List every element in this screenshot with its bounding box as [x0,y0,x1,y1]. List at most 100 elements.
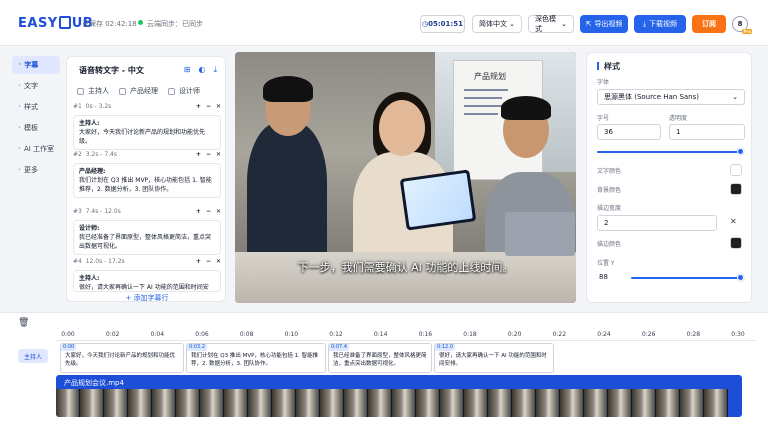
nav-item-templates[interactable]: • 模板 [12,119,60,137]
video-frame-thumbnail [656,389,680,417]
font-select[interactable]: 思源黑体 (Source Han Sans) ⌄ [597,89,745,105]
close-icon[interactable]: ✕ [730,217,737,226]
ruler-tick: 0:30 [731,331,745,338]
minus-icon[interactable]: − [206,258,211,268]
ruler-tick: 0:18 [463,331,477,338]
nav-item-subtitles[interactable]: • 字幕 [12,56,60,74]
tablet [399,169,477,231]
timeline-clip[interactable]: 0:07.4 我已经准备了界面原型，整体风格更简洁，重点突出数据可视化。 [328,343,432,373]
opacity-input[interactable]: 1 [669,124,745,140]
grid-icon[interactable]: ⊞ [184,65,191,75]
download-icon: ⤓ [642,19,647,28]
ruler-tick: 0:08 [239,331,254,338]
subtitle-segment: #2 3.2s - 7.4s + − ✕ 产品经理: 我们计划在 Q3 推出 MVP，核… [73,151,221,198]
chevron-down-icon: ⌄ [509,20,515,28]
ruler-tick: 0:02 [105,331,120,338]
left-nav: • 字幕 • 文字 • 样式 • 模板 • AI 工作室 • 更多 [12,56,60,182]
minus-icon[interactable]: − [206,208,211,218]
export-video-button[interactable]: ⇱ 导出视频 [580,15,628,33]
timeline-clip[interactable]: 0:00 大家好，今天我们讨论新产品的规划和功能优先级。 [60,343,184,373]
person-left [247,122,327,272]
add-icon[interactable]: + [196,258,201,268]
timeline-clip[interactable]: 0:03.2 我们计划在 Q3 推出 MVP，核心功能包括 1. 智能推荐，2. … [186,343,326,373]
download-icon[interactable]: ⤓ [213,65,217,75]
role-checkbox-host[interactable]: 主持人 [77,86,109,96]
bullet-icon: • [18,167,21,173]
close-icon[interactable]: ✕ [216,103,221,113]
panel-title: 样式 [597,61,620,72]
download-video-button[interactable]: ⤓ 下载视频 [634,15,686,33]
video-frame-thumbnail [200,389,224,417]
add-icon[interactable]: + [196,208,201,218]
trash-icon[interactable]: 🗑 [18,318,29,328]
close-icon[interactable]: ✕ [216,258,221,268]
panel-toolbar: ⊞ ◐ ⤓ [184,65,217,75]
size-label: 字号 [597,115,610,122]
bg-color-swatch[interactable] [730,183,742,195]
export-icon: ⇱ [585,20,592,28]
timeline-clip[interactable]: 0:12.0 很好，请大家再确认一下 AI 功能的范围和时间安排。 [434,343,554,373]
video-frame-thumbnail [680,389,704,417]
segment-text-box[interactable]: 主持人:很好，请大家再确认一下 AI 功能的范围和时间安排。 [73,270,221,292]
subscribe-button[interactable]: 订阅 [692,15,726,33]
language-select[interactable]: 简体中文 ⌄ [472,15,522,33]
theme-select[interactable]: 深色模式 ⌄ [528,15,574,33]
laptop [505,212,575,256]
stroke-width-input[interactable]: 2 [597,215,717,231]
close-icon[interactable]: ✕ [216,208,221,218]
segment-text-box[interactable]: 设计师: 我已经准备了界面原型，整体风格更简洁，重点突出数据可视化。 [73,220,221,255]
size-slider-handle[interactable] [737,148,744,155]
role-checkbox-pm[interactable]: 产品经理 [119,86,158,96]
minus-icon[interactable]: − [206,151,211,161]
position-input[interactable]: 88 [597,269,625,285]
video-caption[interactable]: 下一步，我们需要确认 AI 功能的上线时间。 [235,259,576,275]
size-slider-track[interactable] [597,151,739,153]
add-icon[interactable]: + [196,151,201,161]
video-frame-thumbnail [248,389,272,417]
video-frame-thumbnail [80,389,104,417]
nav-item-more[interactable]: • 更多 [12,161,60,179]
ruler-tick: 0:16 [418,331,433,338]
text-color-swatch[interactable] [730,164,742,176]
nav-item-style[interactable]: • 样式 [12,98,60,116]
time-ruler[interactable]: 0:00 0:02 0:04 0:06 0:08 0:10 0:12 0:14 0:16 0:18… [56,331,756,341]
tablet-screen [403,172,473,228]
segment-header: #1 0s - 3.2s + − ✕ [73,103,221,113]
segment-text-box[interactable]: 主持人: 大家好，今天我们讨论新产品的规划和功能优先级。 [73,115,221,150]
sync-dot-icon [138,20,143,25]
ruler-tick: 0:20 [507,331,522,338]
ruler-tick: 0:14 [373,331,388,338]
position-slider-track[interactable] [631,277,739,279]
font-size-input[interactable]: 36 [597,124,661,140]
save-status: 已保存 02:42:18 [82,20,137,28]
add-icon[interactable]: + [196,103,201,113]
pro-badge: Pro [742,29,752,34]
avatar[interactable]: 8 Pro [732,16,752,34]
video-frame-thumbnail [608,389,632,417]
video-track-name: 产品规划会议.mp4 [64,379,124,387]
video-frame-thumbnail [344,389,368,417]
person-hair [501,96,551,120]
video-track[interactable]: 产品规划会议.mp4 [56,375,742,417]
nav-item-ai-studio[interactable]: • AI 工作室 [12,140,60,158]
track-label[interactable]: 主持人 [18,349,48,363]
subtitle-panel: 语音转文字 - 中文 ⊞ ◐ ⤓ 主持人 产品经理 设计师 #1 0s - 3.… [66,56,226,302]
segment-text-box[interactable]: 产品经理: 我们计划在 Q3 推出 MVP，核心功能包括 1. 智能推荐，2. 数… [73,163,221,198]
role-checkbox-designer[interactable]: 设计师 [168,86,200,96]
video-frame-thumbnail [440,389,464,417]
sync-status: 云端同步：已同步 [138,19,203,29]
video-frame-thumbnail [632,389,656,417]
close-icon[interactable]: ✕ [216,151,221,161]
video-frame-thumbnail [128,389,152,417]
video-frame-thumbnail [296,389,320,417]
stroke-color-swatch[interactable] [730,237,742,249]
timer-display[interactable]: ◷ 05:01:51 [420,15,465,33]
nav-item-text[interactable]: • 文字 [12,77,60,95]
position-slider-handle[interactable] [737,274,744,281]
add-subtitle-line-button[interactable]: + 添加字幕行 [67,293,227,303]
panel-title: 语音转文字 - 中文 [79,66,144,75]
minus-icon[interactable]: − [206,103,211,113]
video-preview[interactable]: 产品规划 下一步，我们需要确认 AI 功能的上线时间。 [235,52,576,303]
palette-icon[interactable]: ◐ [198,65,205,75]
checkbox-icon [77,87,84,95]
